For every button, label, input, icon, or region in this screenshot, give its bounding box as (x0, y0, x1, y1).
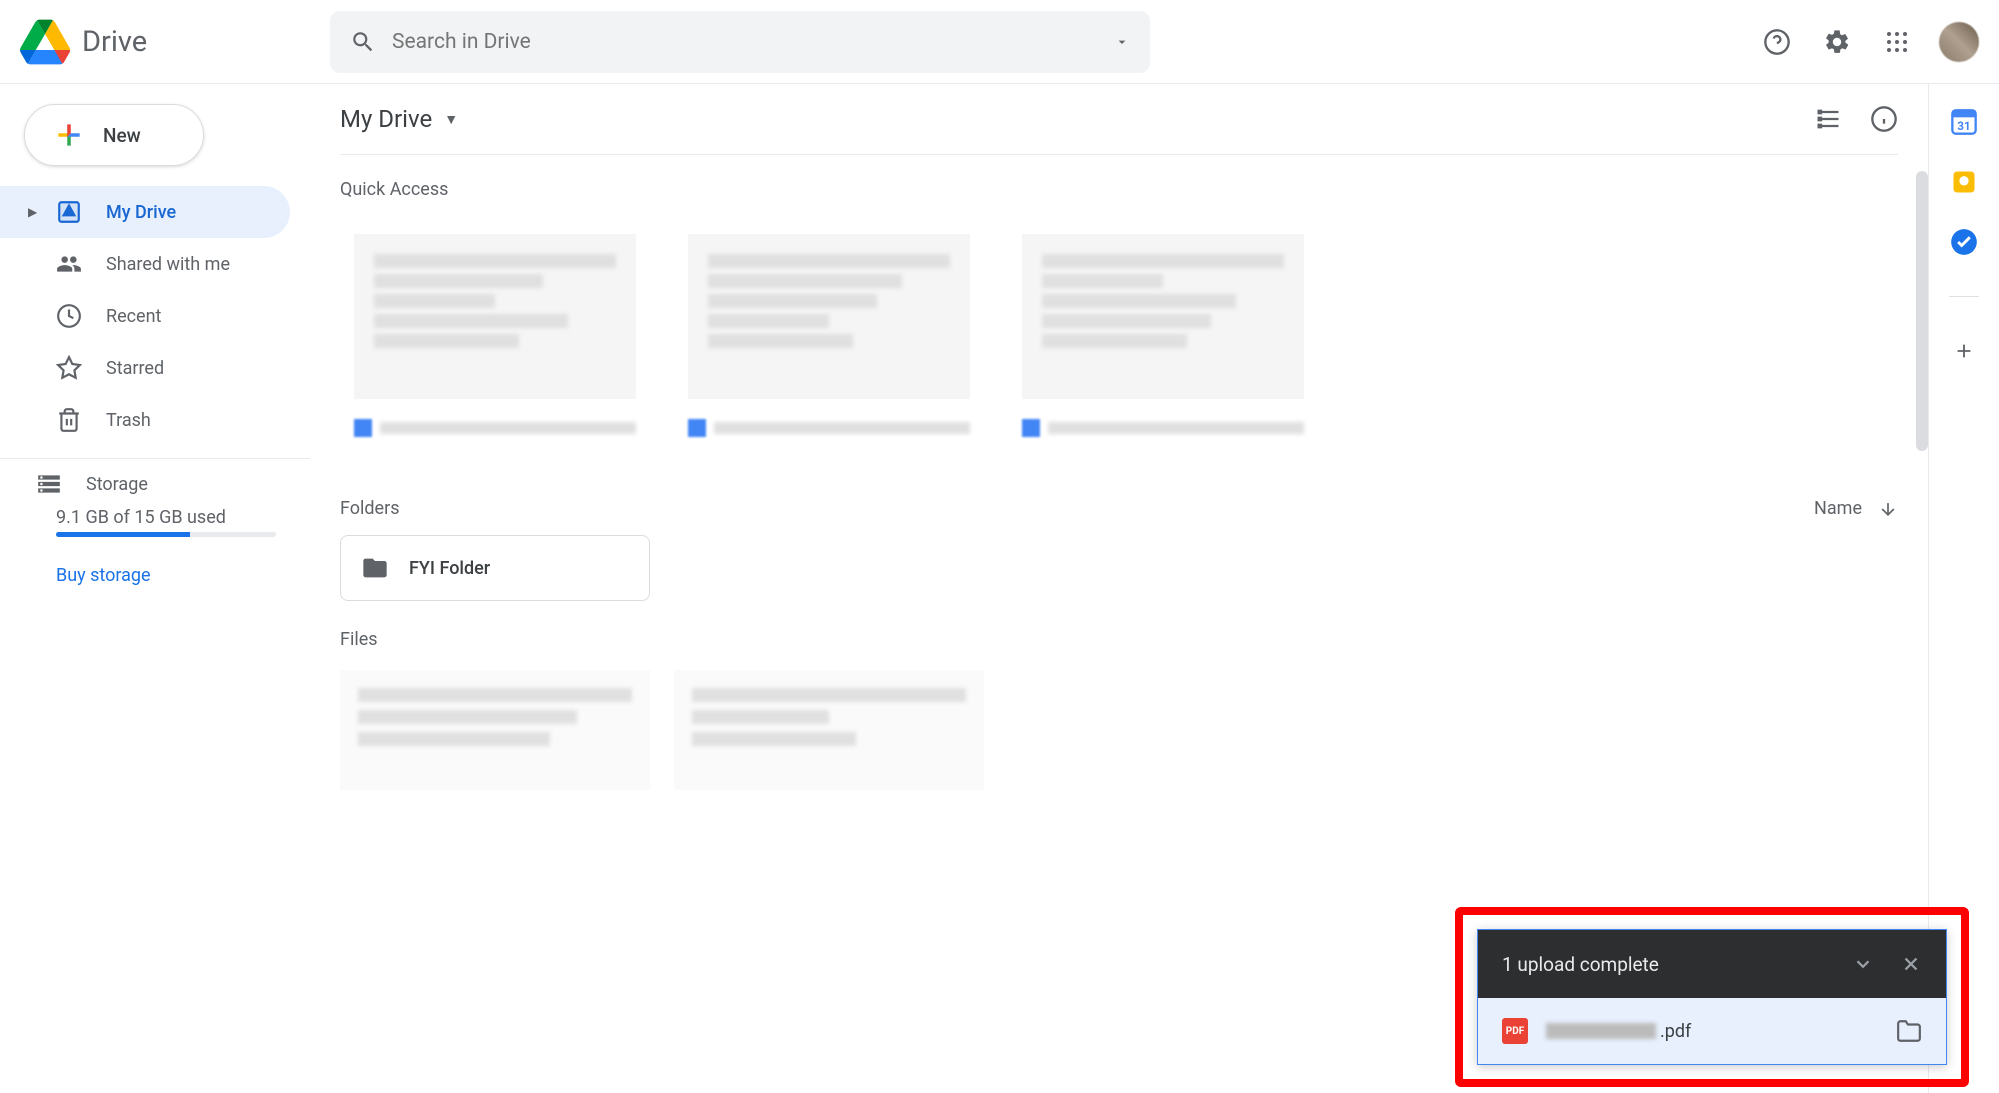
breadcrumb-label: My Drive (340, 105, 432, 133)
sidebar-item-label: My Drive (106, 202, 176, 223)
keep-app-icon[interactable] (1950, 168, 1978, 196)
files-title: Files (340, 629, 1898, 650)
app-name: Drive (82, 25, 147, 59)
search-bar[interactable] (330, 11, 1150, 73)
annotation-highlight: 1 upload complete PDF .pdf (1455, 907, 1969, 1087)
storage-label[interactable]: Storage (86, 474, 148, 495)
folder-name: FYI Folder (409, 558, 490, 579)
logo-section[interactable]: Drive (20, 17, 330, 67)
gear-icon (1823, 28, 1851, 56)
star-icon (56, 355, 82, 381)
sidebar-item-recent[interactable]: Recent (0, 290, 290, 342)
info-icon[interactable] (1870, 105, 1898, 133)
sidebar-divider (0, 458, 310, 459)
clock-icon (56, 303, 82, 329)
close-icon[interactable] (1900, 953, 1922, 975)
pdf-icon: PDF (1502, 1018, 1528, 1044)
sidebar-item-label: Starred (106, 358, 164, 379)
tasks-app-icon[interactable] (1950, 228, 1978, 256)
sidebar-item-label: Trash (106, 410, 151, 431)
new-button[interactable]: New (24, 104, 204, 166)
help-button[interactable] (1759, 24, 1795, 60)
quick-access-card[interactable] (674, 220, 984, 470)
svg-text:31: 31 (1957, 119, 1970, 133)
plus-icon (53, 119, 85, 151)
header-actions (1759, 22, 1979, 62)
storage-usage-text: 9.1 GB of 15 GB used (56, 507, 310, 528)
caret-down-icon: ▼ (444, 111, 458, 128)
account-avatar[interactable] (1939, 22, 1979, 62)
scrollbar[interactable] (1916, 171, 1928, 451)
file-item[interactable] (340, 670, 650, 790)
sidebar-item-label: Recent (106, 306, 161, 327)
trash-icon (56, 407, 82, 433)
list-view-icon[interactable] (1814, 105, 1842, 133)
chevron-down-icon[interactable] (1852, 953, 1874, 975)
upload-filename: .pdf (1546, 1021, 1691, 1042)
search-icon (350, 29, 376, 55)
apps-grid-icon (1885, 30, 1909, 54)
sidebar: New ▶ My Drive Shared with me Recent Sta… (0, 84, 310, 1093)
sidebar-item-trash[interactable]: Trash (0, 394, 290, 446)
folders-title: Folders (340, 498, 400, 519)
upload-toast-item[interactable]: PDF .pdf (1478, 998, 1946, 1064)
sort-control[interactable]: Name (1814, 498, 1898, 519)
search-input[interactable] (392, 30, 1114, 54)
locate-folder-icon[interactable] (1896, 1018, 1922, 1044)
sidebar-item-my-drive[interactable]: ▶ My Drive (0, 186, 290, 238)
shared-icon (56, 251, 82, 277)
upload-toast: 1 upload complete PDF .pdf (1477, 929, 1947, 1065)
quick-access-title: Quick Access (340, 179, 1898, 200)
settings-button[interactable] (1819, 24, 1855, 60)
quick-access-card[interactable] (340, 220, 650, 470)
add-app-icon[interactable] (1950, 337, 1978, 365)
sidebar-item-label: Shared with me (106, 254, 230, 275)
apps-button[interactable] (1879, 24, 1915, 60)
buy-storage-link[interactable]: Buy storage (56, 565, 151, 586)
sidebar-item-starred[interactable]: Starred (0, 342, 290, 394)
main-header: My Drive ▼ (310, 84, 1928, 154)
caret-down-icon[interactable] (1114, 34, 1130, 50)
arrow-down-icon (1878, 499, 1898, 519)
upload-toast-header: 1 upload complete (1478, 930, 1946, 998)
sidebar-item-shared[interactable]: Shared with me (0, 238, 290, 290)
storage-bar-fill (56, 532, 190, 537)
calendar-app-icon[interactable]: 31 (1950, 108, 1978, 136)
storage-section: Storage 9.1 GB of 15 GB used Buy storage (0, 471, 310, 586)
app-header: Drive (0, 0, 1999, 84)
chevron-right-icon[interactable]: ▶ (28, 205, 48, 219)
content-scroll[interactable]: Quick Access Folders Name FYI Folder Fil… (310, 171, 1928, 790)
my-drive-icon (56, 199, 82, 225)
quick-access-card[interactable] (1008, 220, 1318, 470)
folder-item[interactable]: FYI Folder (340, 535, 650, 601)
drive-logo-icon (20, 17, 70, 67)
quick-access-row (340, 220, 1898, 470)
storage-icon (36, 471, 62, 497)
upload-toast-title: 1 upload complete (1502, 953, 1659, 976)
storage-bar (56, 532, 276, 537)
folder-icon (361, 554, 389, 582)
new-button-label: New (103, 124, 141, 147)
help-icon (1763, 28, 1791, 56)
sort-label: Name (1814, 498, 1862, 519)
file-item[interactable] (674, 670, 984, 790)
breadcrumb[interactable]: My Drive ▼ (340, 105, 458, 133)
